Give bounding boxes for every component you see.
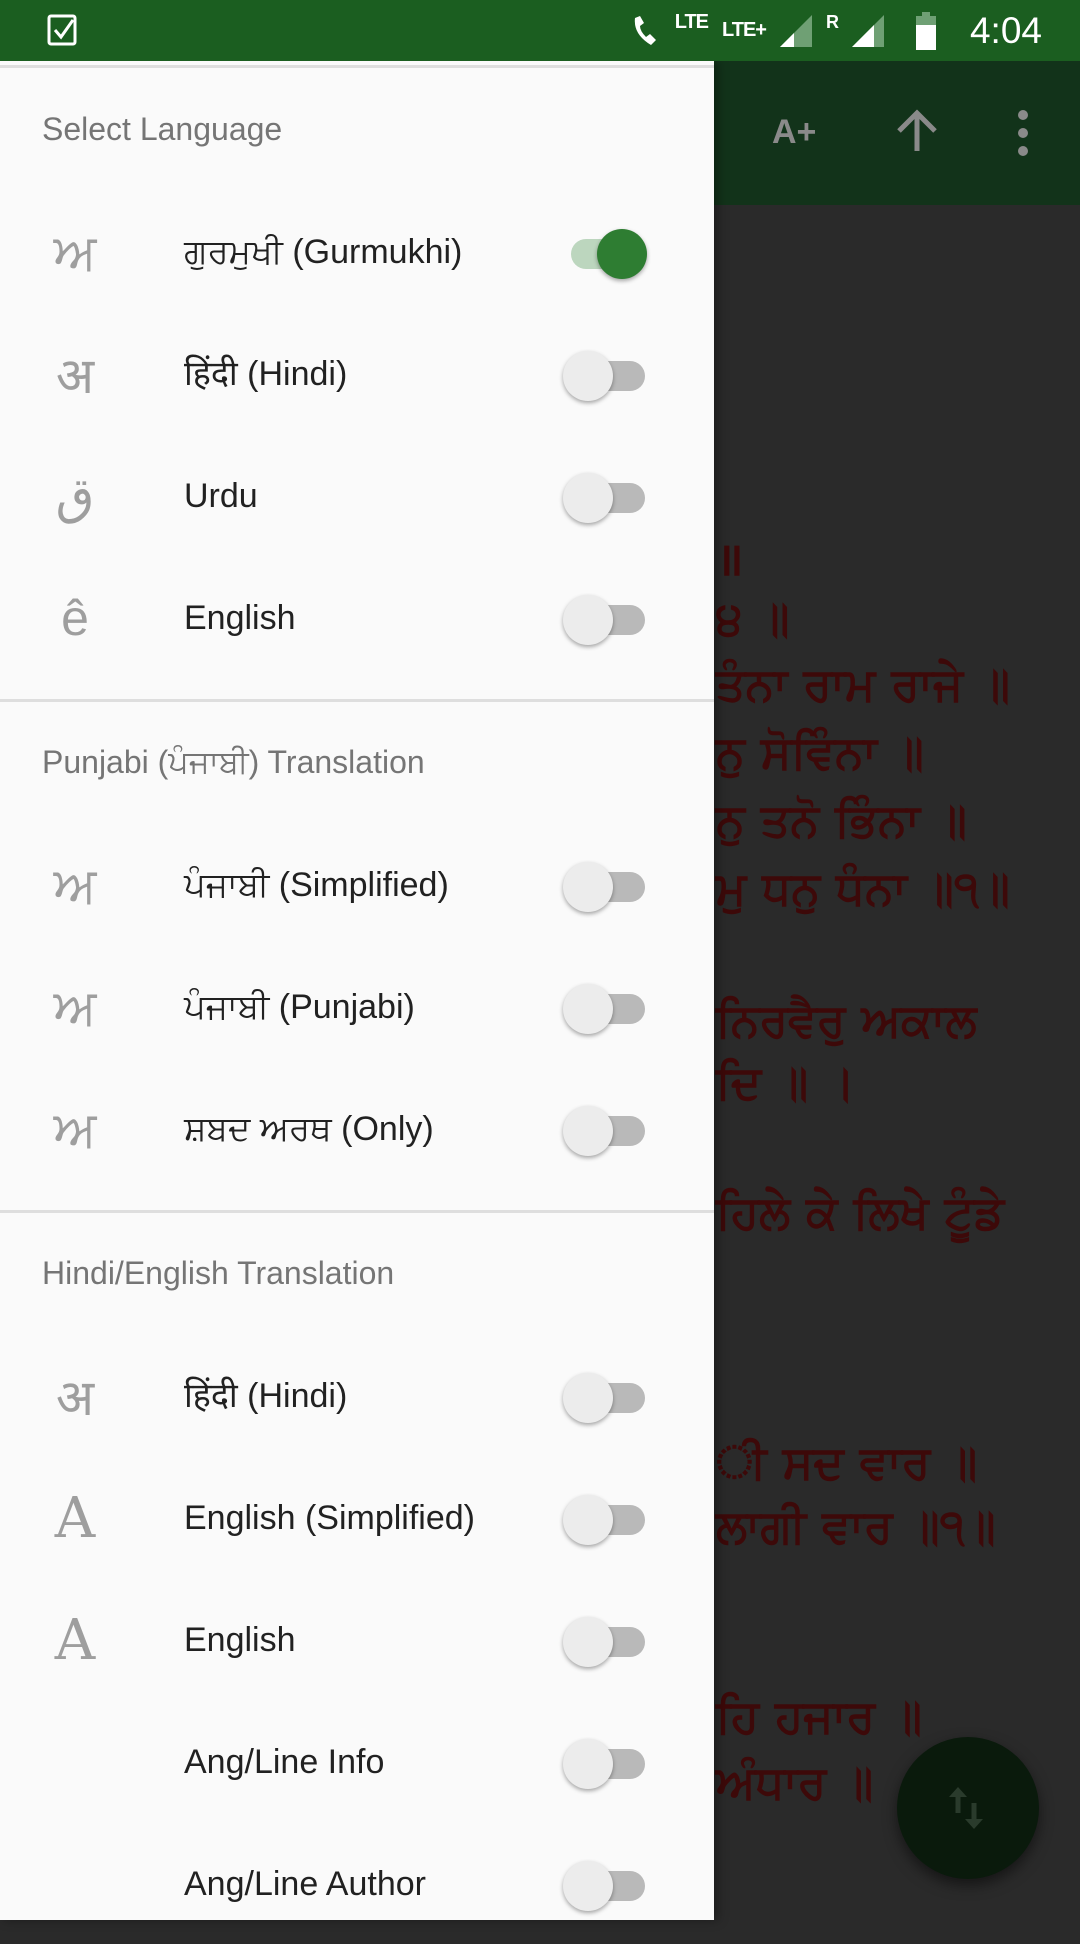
toggle-row-urdu[interactable]: ق Urdu xyxy=(0,436,714,556)
gurbani-line: ੪ ॥ xyxy=(716,591,790,645)
language-drawer: Select Language ਅ ਗੁਰਮੁਖੀ (Gurmukhi) अ ह… xyxy=(0,61,714,1920)
gurbani-line: ਨਿਰਵੈਰੁ ਅਕਾਲ xyxy=(716,993,977,1047)
toggle-row-hindi-translation[interactable]: अ हिंदी (Hindi) xyxy=(0,1336,714,1456)
gurmukhi-script-icon: ਅ xyxy=(53,978,97,1035)
toggle-label: English xyxy=(184,1621,296,1659)
toggle-label: हिंदी (Hindi) xyxy=(184,1377,348,1415)
toggle-switch[interactable] xyxy=(563,1373,649,1423)
english-letter-icon: A xyxy=(54,1485,96,1551)
toggle-row-english[interactable]: ê English xyxy=(0,558,714,678)
toggle-row-punjabi-simplified[interactable]: ਅ ਪੰਜਾਬੀ (Simplified) xyxy=(0,825,714,945)
gurmukhi-script-icon: ਅ xyxy=(53,1100,97,1157)
toggle-label: Urdu xyxy=(184,477,258,515)
toggle-label: ਪੰਜਾਬੀ (Simplified) xyxy=(184,866,449,904)
toggle-row-punjabi[interactable]: ਅ ਪੰਜਾਬੀ (Punjabi) xyxy=(0,947,714,1067)
toggle-row-ang-line-author[interactable]: Ang/Line Author xyxy=(0,1824,714,1944)
section-title-select-language: Select Language xyxy=(42,111,283,147)
gurbani-line: ਅੰਧਾਰ ॥ xyxy=(716,1755,874,1809)
more-vert-icon[interactable] xyxy=(1010,109,1036,157)
toggle-row-hindi[interactable]: अ हिंदी (Hindi) xyxy=(0,314,714,434)
toggle-switch[interactable] xyxy=(563,984,649,1034)
signal-roaming-icon xyxy=(851,14,884,47)
divider xyxy=(0,1210,714,1213)
toggle-switch[interactable] xyxy=(563,1739,649,1789)
roaming-label: R xyxy=(825,12,839,32)
devanagari-script-icon: अ xyxy=(55,1370,95,1426)
toggle-row-gurmukhi[interactable]: ਅ ਗੁਰਮੁਖੀ (Gurmukhi) xyxy=(0,192,714,312)
toggle-label: ਸ਼ਬਦ ਅਰਥ (Only) xyxy=(184,1110,434,1148)
gurbani-line: ੀ ਸਦ ਵਾਰ ॥ xyxy=(716,1435,978,1489)
toggle-row-english-simplified[interactable]: A English (Simplified) xyxy=(0,1458,714,1578)
gurmukhi-script-icon: ਅ xyxy=(53,223,97,280)
gurmukhi-script-icon: ਅ xyxy=(53,856,97,913)
signal-icon xyxy=(779,14,812,47)
toggle-row-ang-line-info[interactable]: Ang/Line Info xyxy=(0,1702,714,1822)
toggle-switch[interactable] xyxy=(563,862,649,912)
toggle-switch[interactable] xyxy=(563,1617,649,1667)
gurbani-line: ਮੁ ਧਨੁ ਧੰਨਾ ॥੧॥ xyxy=(716,861,1010,915)
gurbani-line: ਲਾਗੀ ਵਾਰ ॥੧॥ xyxy=(716,1499,996,1553)
toggle-label: Ang/Line Info xyxy=(184,1743,385,1781)
toggle-label: English (Simplified) xyxy=(184,1499,475,1537)
section-title-hindi-english-translation: Hindi/English Translation xyxy=(42,1255,395,1291)
english-letter-icon: A xyxy=(54,1607,96,1673)
toggle-label: Ang/Line Author xyxy=(184,1865,426,1903)
latin-script-icon: ê xyxy=(61,590,89,646)
checkbox-icon xyxy=(47,14,77,46)
arrow-up-icon[interactable] xyxy=(893,107,941,155)
toggle-switch[interactable] xyxy=(563,1495,649,1545)
toggle-label: English xyxy=(184,599,296,637)
gurbani-line: ਨੁ ਤਨੋ ਭਿੰਨਾ ॥ xyxy=(716,793,967,847)
swap-fab-button[interactable] xyxy=(897,1737,1039,1879)
toggle-label: ਗੁਰਮੁਖੀ (Gurmukhi) xyxy=(184,233,463,271)
toggle-row-shabad-arth[interactable]: ਅ ਸ਼ਬਦ ਅਰਥ (Only) xyxy=(0,1069,714,1189)
toggle-switch[interactable] xyxy=(563,229,649,279)
divider xyxy=(0,65,714,68)
gurbani-line: ਦਿ ॥ । xyxy=(716,1055,856,1109)
toggle-switch[interactable] xyxy=(563,1861,649,1911)
gurbani-line: ਹਿਲੇ ਕੇ ਲਿਖੇ ਟੂੰਡੇ xyxy=(716,1185,1005,1239)
urdu-script-icon: ق xyxy=(55,468,95,524)
phone-call-icon xyxy=(634,15,656,45)
swap-vertical-icon xyxy=(949,1787,983,1829)
section-title-punjabi-translation: Punjabi (ਪੰਜਾਬੀ) Translation xyxy=(42,744,425,780)
clock: 4:04 xyxy=(969,9,1042,51)
toggle-row-english-translation[interactable]: A English xyxy=(0,1580,714,1700)
status-bar: LTE LTE+ R 4:04 xyxy=(0,0,1080,61)
toggle-label: ਪੰਜਾਬੀ (Punjabi) xyxy=(184,988,415,1026)
toggle-switch[interactable] xyxy=(563,595,649,645)
call-lte-label: LTE xyxy=(674,11,709,33)
gurbani-line: ਤੰਨਾ ਰਾਮ ਰਾਜੇ ॥ xyxy=(716,657,1011,711)
toggle-switch[interactable] xyxy=(563,1106,649,1156)
battery-icon xyxy=(915,11,936,50)
gurbani-line: ਹਿ ਹਜਾਰ ॥ xyxy=(716,1689,923,1743)
divider xyxy=(0,699,714,702)
gurbani-line: ਨੁ ਸੋਵਿੰਨਾ ॥ xyxy=(716,725,924,779)
devanagari-script-icon: अ xyxy=(55,348,95,404)
gurbani-line: ॥ xyxy=(716,532,744,586)
toggle-switch[interactable] xyxy=(563,473,649,523)
toggle-switch[interactable] xyxy=(563,351,649,401)
toggle-label: हिंदी (Hindi) xyxy=(184,355,348,393)
font-size-button[interactable]: A+ xyxy=(772,113,816,152)
network-type-label: LTE+ xyxy=(722,19,767,41)
